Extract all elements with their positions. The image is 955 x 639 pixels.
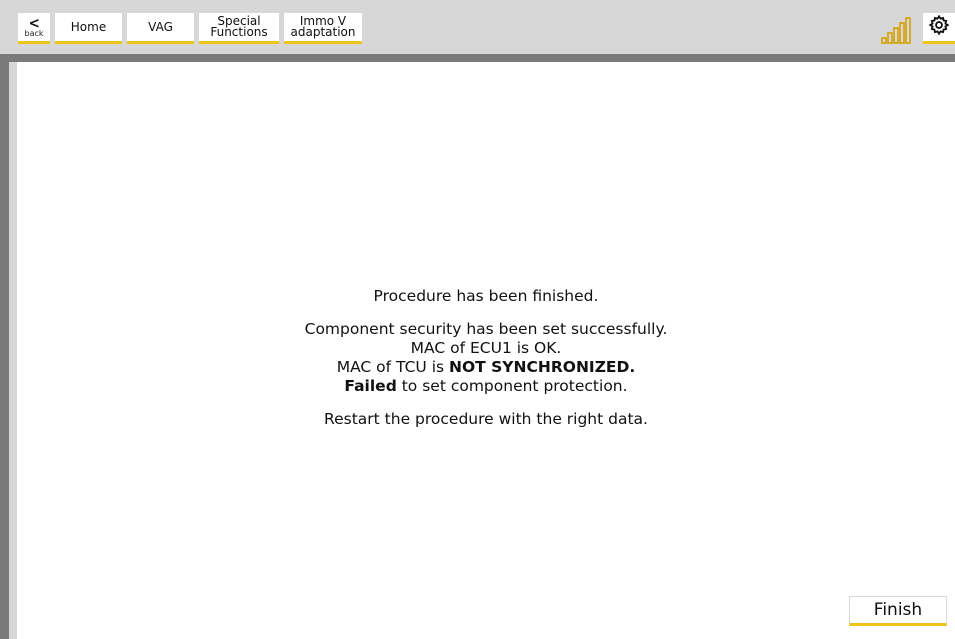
status-not-synchronized: NOT SYNCHRONIZED. bbox=[449, 358, 636, 376]
message-line: Restart the procedure with the right dat… bbox=[324, 410, 648, 428]
message-line: MAC of ECU1 is OK. bbox=[410, 339, 562, 357]
status-failed: Failed bbox=[344, 377, 397, 395]
breadcrumb-label: VAG bbox=[148, 19, 173, 34]
top-toolbar: < back Home VAG Special Functions Immo V… bbox=[0, 0, 955, 54]
breadcrumb-label: Home bbox=[70, 19, 107, 34]
finish-button[interactable]: Finish bbox=[849, 596, 947, 626]
gear-icon bbox=[928, 14, 950, 40]
app-window: < back Home VAG Special Functions Immo V… bbox=[0, 0, 955, 639]
back-button[interactable]: < back bbox=[18, 13, 50, 44]
left-frame-edge bbox=[0, 62, 9, 639]
breadcrumb-label: Immo V adaptation bbox=[290, 14, 356, 39]
message-text: to set component protection. bbox=[396, 377, 628, 395]
result-message: Procedure has been finished. Component s… bbox=[17, 287, 955, 429]
toolbar-divider bbox=[0, 54, 955, 62]
message-text: MAC of TCU is bbox=[336, 358, 450, 376]
settings-button[interactable] bbox=[923, 13, 955, 44]
message-line: MAC of TCU is NOT SYNCHRONIZED. bbox=[17, 358, 955, 377]
message-line: Procedure has been finished. bbox=[373, 287, 599, 305]
breadcrumb-vag[interactable]: VAG bbox=[127, 13, 194, 44]
breadcrumb-label: Special Functions bbox=[210, 14, 268, 39]
message-line: Failed to set component protection. bbox=[17, 377, 955, 396]
main-content: Procedure has been finished. Component s… bbox=[17, 62, 955, 639]
signal-strength-icon bbox=[880, 17, 914, 45]
message-line: Component security has been set successf… bbox=[304, 320, 668, 338]
breadcrumb-home[interactable]: Home bbox=[55, 13, 122, 44]
chevron-left-icon: < bbox=[28, 13, 40, 32]
breadcrumb-immo-v-adaptation[interactable]: Immo V adaptation bbox=[284, 13, 362, 44]
breadcrumb-special-functions[interactable]: Special Functions bbox=[199, 13, 279, 44]
